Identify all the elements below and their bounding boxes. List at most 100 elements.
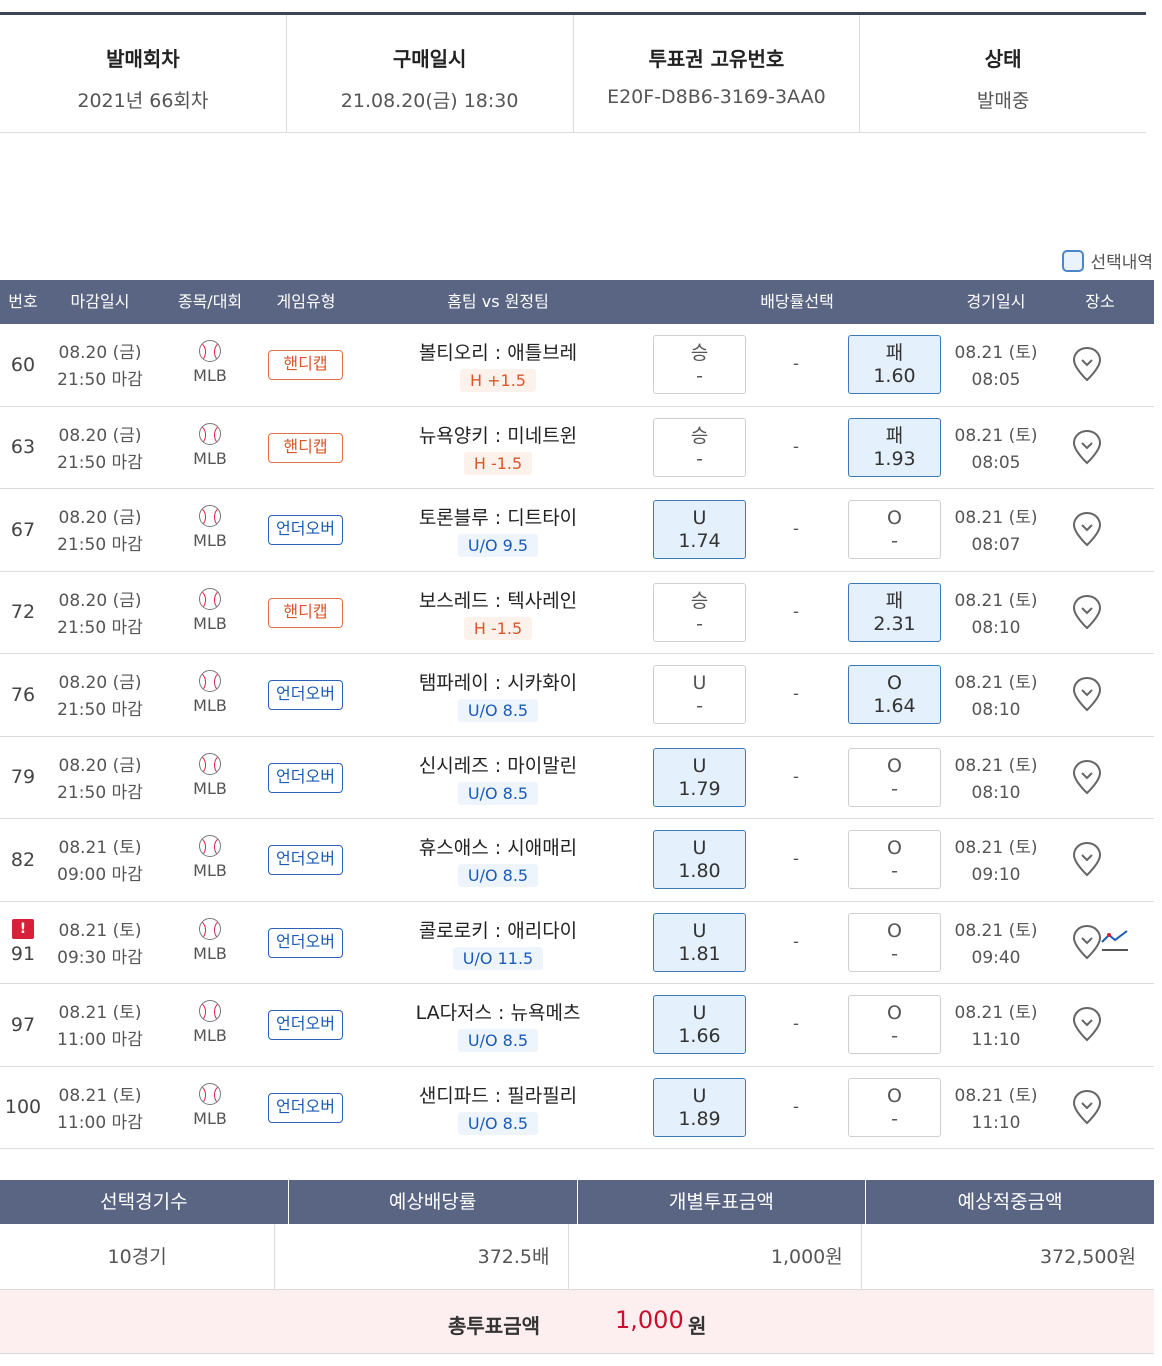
map-pin-icon[interactable] <box>1072 511 1102 547</box>
teams: LA다저스 : 뉴욕메츠 U/O 8.5 <box>398 998 598 1052</box>
alert-icon[interactable]: ! <box>12 919 34 940</box>
map-pin-icon[interactable] <box>1072 924 1102 960</box>
game-date: 08.21 (토) 08:10 <box>951 670 1041 724</box>
deadline-time: 21:50 마감 <box>57 452 143 473</box>
game-date-day: 08.21 (토) <box>954 755 1038 776</box>
map-pin-icon[interactable] <box>1072 759 1102 795</box>
baseball-icon <box>199 670 221 692</box>
sport-league: MLB <box>180 422 240 468</box>
total-row: 총투표금액 1,000 원 <box>0 1290 1154 1354</box>
game-number: 100 <box>4 1096 42 1119</box>
handicap-line: H -1.5 <box>463 616 533 640</box>
summary-values: 10경기 372.5배 1,000원 372,500원 <box>0 1224 1154 1290</box>
league-name: MLB <box>193 861 227 880</box>
deadline-time: 11:00 마감 <box>57 1112 143 1133</box>
game-number: 63 <box>10 436 36 459</box>
odds-left-label: U <box>692 837 707 859</box>
odds-left-button[interactable]: U 1.74 <box>653 500 746 559</box>
map-pin-icon[interactable] <box>1072 1089 1102 1125</box>
summary-stake: 1,000원 <box>569 1224 862 1289</box>
game-date-day: 08.21 (토) <box>954 1085 1038 1106</box>
odds-right-value: 2.31 <box>873 612 916 635</box>
summary-payout: 372,500원 <box>1039 1246 1136 1268</box>
odds-right-button[interactable]: O 1.64 <box>848 665 941 724</box>
chart-icon[interactable] <box>1100 926 1130 956</box>
info-ticket-id: 투표권 고유번호 E20F-D8B6-3169-3AA0 <box>574 15 861 132</box>
odds-right-button[interactable]: O- <box>848 500 941 559</box>
game-type-badge: 언더오버 <box>268 515 343 545</box>
handicap-line: U/O 8.5 <box>457 1111 539 1135</box>
game-number-cell: 63 <box>0 407 46 489</box>
odds-left-value: - <box>696 695 703 717</box>
odds-left-button[interactable]: 승- <box>653 335 746 394</box>
selection-legend: 선택내역 <box>1062 248 1153 273</box>
deadline-time: 21:50 마감 <box>57 700 143 720</box>
game-date-time: 08:10 <box>971 617 1021 638</box>
team-names: LA다저스 : 뉴욕메츠 <box>415 1002 581 1024</box>
odds-draw: - <box>792 931 800 952</box>
odds-right-button[interactable]: 패 1.60 <box>848 335 941 394</box>
teams: 콜로로키 : 애리다이 U/O 11.5 <box>398 916 598 970</box>
map-pin-icon[interactable] <box>1072 841 1102 877</box>
map-pin-icon[interactable] <box>1072 429 1102 465</box>
odds-draw: - <box>792 684 800 704</box>
odds-left-button[interactable]: U- <box>653 665 746 724</box>
odds-left-button[interactable]: U 1.80 <box>653 830 746 889</box>
odds-left-label: U <box>692 507 707 529</box>
map-pin-icon[interactable] <box>1072 1006 1102 1042</box>
odds-right-button[interactable]: O- <box>848 995 941 1054</box>
teams: 토론블루 : 디트타이 U/O 9.5 <box>398 503 598 557</box>
odds-draw: - <box>792 601 800 622</box>
odds-right-button[interactable]: O- <box>848 1077 941 1137</box>
deadline-date: 08.20 (금) <box>58 673 142 693</box>
summary-header: 선택경기수 예상배당률 개별투표금액 예상적중금액 <box>0 1180 1154 1224</box>
deadline-date: 08.20 (금) <box>58 508 142 528</box>
odds-right-button[interactable]: 패 1.93 <box>848 417 941 477</box>
info-purchase-date: 구매일시 21.08.20(금) 18:30 <box>287 15 574 132</box>
deadline-date: 08.21 (토) <box>58 838 142 858</box>
odds-left-label: U <box>692 1084 707 1107</box>
odds-right-label: 패 <box>885 342 904 364</box>
odds-left-button[interactable]: U 1.89 <box>653 1077 746 1137</box>
deadline: 08.21 (토) 11:00 마감 <box>55 1083 145 1137</box>
baseball-icon <box>199 1082 221 1105</box>
map-pin-icon[interactable] <box>1072 594 1102 630</box>
odds-right-label: 패 <box>885 589 904 612</box>
summary-odds: 372.5배 <box>275 1224 569 1289</box>
odds-left-button[interactable]: U 1.79 <box>653 747 746 807</box>
odds-right-value: 1.60 <box>873 365 916 387</box>
game-type-badge: 언더오버 <box>268 927 343 958</box>
odds-left-label: 승 <box>690 342 709 364</box>
map-pin-icon[interactable] <box>1072 676 1102 712</box>
odds-left-button[interactable]: 승- <box>653 417 746 477</box>
game-date-day: 08.21 (토) <box>954 590 1038 611</box>
game-number: 76 <box>10 683 36 706</box>
game-number: 67 <box>10 518 36 541</box>
header-deadline: 마감일시 <box>70 292 130 311</box>
game-date-day: 08.21 (토) <box>954 838 1038 858</box>
game-type-badge: 핸디캡 <box>268 350 343 380</box>
game-number: 72 <box>10 601 36 624</box>
odds-right-button[interactable]: O- <box>848 747 941 807</box>
odds-right-button[interactable]: 패 2.31 <box>848 582 941 642</box>
baseball-icon <box>199 917 221 940</box>
deadline: 08.21 (토) 11:00 마감 <box>55 1000 145 1054</box>
game-date-day: 08.21 (토) <box>954 1003 1038 1023</box>
map-pin-icon[interactable] <box>1072 346 1102 382</box>
odds-left-button[interactable]: U 1.81 <box>653 912 746 972</box>
deadline-time: 09:00 마감 <box>57 865 143 885</box>
odds-right-button[interactable]: O- <box>848 912 941 972</box>
odds-left-button[interactable]: U 1.66 <box>653 995 746 1054</box>
sport-league: MLB <box>180 505 240 550</box>
odds-right-button[interactable]: O- <box>848 830 941 889</box>
team-names: 샌디파드 : 필라필리 <box>418 1084 578 1107</box>
info-value: 2021년 66회차 <box>77 90 209 112</box>
odds-draw: - <box>792 519 800 539</box>
game-date-time: 08:10 <box>971 782 1021 803</box>
odds-left-button[interactable]: 승- <box>653 582 746 642</box>
deadline-date: 08.20 (금) <box>58 343 142 363</box>
table-body: 60 08.20 (금) 21:50 마감 MLB 핸디캡 볼티오리 : 애틀브레 H +1… <box>0 324 1154 1149</box>
deadline: 08.21 (토) 09:30 마감 <box>55 918 145 972</box>
game-number: 97 <box>10 1013 36 1036</box>
deadline-date: 08.20 (금) <box>58 425 142 446</box>
